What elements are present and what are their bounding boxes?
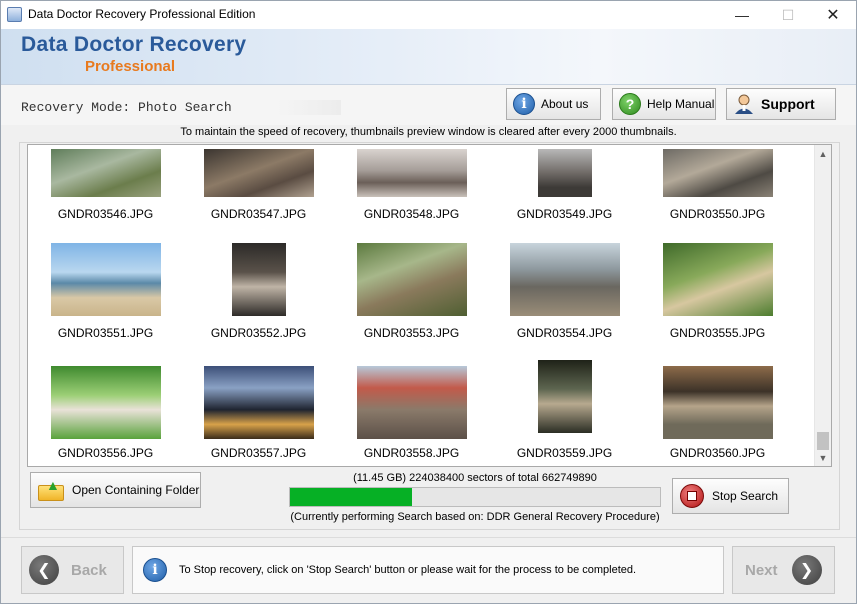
photo-thumbnail-image[interactable] bbox=[662, 243, 773, 316]
stop-icon bbox=[680, 484, 704, 508]
thumbnail-filename: GNDR03558.JPG bbox=[363, 446, 460, 460]
close-button[interactable]: ✕ bbox=[811, 1, 855, 29]
next-label: Next bbox=[745, 561, 778, 579]
back-arrow-icon: ❮ bbox=[29, 555, 59, 585]
thumbnail-filename: GNDR03557.JPG bbox=[210, 446, 307, 460]
brand-edition: Professional bbox=[85, 58, 176, 75]
recovery-mode-label: Recovery Mode: Photo Search bbox=[21, 100, 341, 115]
thumbnail-filename: GNDR03556.JPG bbox=[57, 446, 154, 460]
progress-fill bbox=[290, 488, 413, 506]
thumbnail-gallery[interactable]: ▲ ▼ GNDR03546.JPG GNDR03547.JPG GNDR03548.… bbox=[27, 144, 832, 467]
help-icon: ? bbox=[619, 93, 641, 115]
thumbnail-filename: GNDR03559.JPG bbox=[516, 446, 613, 460]
photo-thumbnail-image[interactable] bbox=[356, 149, 467, 197]
thumbnail-filename: GNDR03560.JPG bbox=[669, 446, 766, 460]
back-button[interactable]: ❮ Back bbox=[21, 546, 124, 594]
photo-thumbnail-image[interactable] bbox=[203, 366, 314, 439]
mode-bar: Recovery Mode: Photo Search i About us ?… bbox=[1, 85, 856, 125]
title-bar: Data Doctor Recovery Professional Editio… bbox=[1, 1, 856, 29]
sector-progress-text: (11.45 GB) 224038400 sectors of total 66… bbox=[353, 472, 597, 484]
thumbnail-filename: GNDR03550.JPG bbox=[669, 207, 766, 221]
stop-search-button[interactable]: Stop Search bbox=[672, 478, 789, 514]
about-us-button[interactable]: i About us bbox=[506, 88, 601, 120]
support-button[interactable]: Support bbox=[726, 88, 836, 120]
stop-search-label: Stop Search bbox=[712, 489, 779, 503]
photo-thumbnail-image[interactable] bbox=[509, 243, 620, 316]
thumbnail-filename: GNDR03548.JPG bbox=[363, 207, 460, 221]
app-window: Data Doctor Recovery Professional Editio… bbox=[0, 0, 857, 604]
photo-thumbnail-image[interactable] bbox=[356, 366, 467, 439]
brand-title: Data Doctor Recovery bbox=[21, 33, 247, 56]
open-folder-label: Open Containing Folder bbox=[72, 483, 200, 497]
scrollbar-thumb[interactable] bbox=[817, 432, 829, 450]
photo-thumbnail-image[interactable] bbox=[662, 149, 773, 197]
support-person-icon bbox=[733, 93, 755, 115]
next-button[interactable]: Next ❯ bbox=[732, 546, 835, 594]
thumbnail-filename: GNDR03553.JPG bbox=[363, 326, 460, 340]
thumbnail-filename: GNDR03554.JPG bbox=[516, 326, 613, 340]
thumbnail-filename: GNDR03552.JPG bbox=[210, 326, 307, 340]
status-info-text: To Stop recovery, click on 'Stop Search'… bbox=[179, 564, 637, 576]
open-containing-folder-button[interactable]: ▲ Open Containing Folder bbox=[30, 472, 201, 508]
app-icon bbox=[7, 7, 22, 22]
thumbnail-filename: GNDR03546.JPG bbox=[57, 207, 154, 221]
next-arrow-icon: ❯ bbox=[791, 555, 822, 585]
photo-thumbnail-image[interactable] bbox=[50, 243, 161, 316]
maximize-button[interactable]: ☐ bbox=[766, 1, 810, 29]
photo-thumbnail-image[interactable] bbox=[50, 366, 161, 439]
status-info-bar: i To Stop recovery, click on 'Stop Searc… bbox=[132, 546, 724, 594]
window-title: Data Doctor Recovery Professional Editio… bbox=[28, 7, 256, 21]
help-manual-button[interactable]: ? Help Manual bbox=[612, 88, 716, 120]
photo-thumbnail-image[interactable] bbox=[537, 360, 592, 433]
thumbnail-notice: To maintain the speed of recovery, thumb… bbox=[180, 126, 677, 138]
thumbnail-filename: GNDR03551.JPG bbox=[57, 326, 154, 340]
back-label: Back bbox=[71, 561, 107, 579]
thumbnail-filename: GNDR03549.JPG bbox=[516, 207, 613, 221]
brand-header: Data Doctor Recovery Professional bbox=[1, 29, 856, 85]
gallery-scrollbar[interactable]: ▲ ▼ bbox=[814, 145, 831, 466]
scroll-down-arrow-icon[interactable]: ▼ bbox=[815, 449, 831, 466]
support-label: Support bbox=[761, 96, 815, 112]
open-folder-icon: ▲ bbox=[38, 477, 66, 501]
photo-thumbnail-image[interactable] bbox=[50, 149, 161, 197]
scroll-up-arrow-icon[interactable]: ▲ bbox=[815, 145, 831, 162]
wizard-footer: ❮ Back i To Stop recovery, click on 'Sto… bbox=[1, 537, 856, 603]
thumbnail-filename: GNDR03555.JPG bbox=[669, 326, 766, 340]
procedure-text: (Currently performing Search based on: D… bbox=[290, 511, 660, 523]
info-icon: i bbox=[513, 93, 535, 115]
minimize-button[interactable]: — bbox=[720, 1, 764, 29]
photo-thumbnail-image[interactable] bbox=[662, 366, 773, 439]
photo-thumbnail-image[interactable] bbox=[356, 243, 467, 316]
photo-thumbnail-image[interactable] bbox=[231, 243, 286, 316]
thumbnail-filename: GNDR03547.JPG bbox=[210, 207, 307, 221]
search-progress-bar bbox=[289, 487, 661, 507]
info-icon: i bbox=[143, 558, 167, 582]
photo-thumbnail-image[interactable] bbox=[537, 149, 592, 197]
about-us-label: About us bbox=[541, 97, 589, 111]
help-manual-label: Help Manual bbox=[647, 97, 715, 111]
photo-thumbnail-image[interactable] bbox=[203, 149, 314, 197]
